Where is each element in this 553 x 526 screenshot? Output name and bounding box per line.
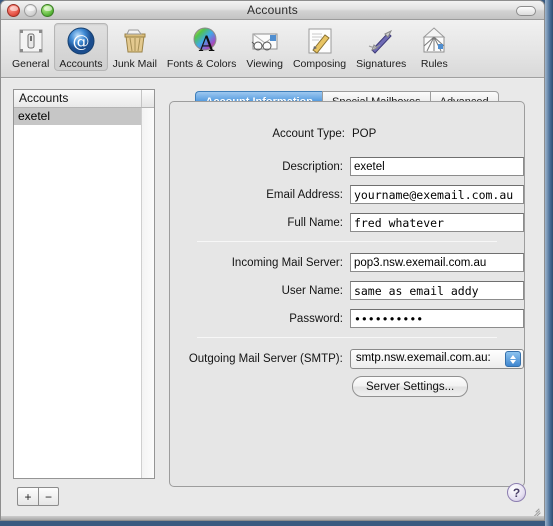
form-separator-2 <box>197 337 497 338</box>
account-type-label: Account Type: <box>272 128 345 140</box>
general-icon <box>19 29 43 53</box>
toolbar-item-fonts-colors[interactable]: A Fonts & Colors <box>162 23 241 71</box>
username-row: User Name: same as email addy <box>170 281 524 300</box>
incoming-label: Incoming Mail Server: <box>231 256 343 269</box>
incoming-row: Incoming Mail Server: pop3.nsw.exemail.c… <box>170 253 524 272</box>
rules-icon <box>422 27 446 53</box>
smtp-label: Outgoing Mail Server (SMTP): <box>188 353 343 365</box>
accounts-list[interactable]: Accounts exetel <box>13 89 155 479</box>
toolbar-item-composing[interactable]: Composing <box>288 23 351 71</box>
description-row: Description: exetel <box>170 157 524 176</box>
account-type-row: Account Type: POP <box>170 128 524 140</box>
list-item[interactable]: exetel <box>14 108 154 125</box>
svg-text:@: @ <box>72 32 89 52</box>
fonts-colors-icon: A <box>193 27 217 56</box>
chevron-updown-icon <box>505 351 521 367</box>
list-header-grip[interactable] <box>141 90 154 107</box>
accounts-at-icon: @ <box>67 27 95 55</box>
email-row: Email Address: yourname@exemail.com.au <box>170 185 524 204</box>
password-row: Password: •••••••••• <box>170 309 524 328</box>
toolbar-item-general[interactable]: General <box>7 23 54 71</box>
smtp-selected-value: smtp.nsw.exemail.com.au: <box>355 352 491 364</box>
window-titlebar: Accounts <box>1 1 544 20</box>
email-label: Email Address: <box>266 188 343 201</box>
toolbar-item-junk-mail-label: Junk Mail <box>112 58 157 70</box>
junk-mail-icon <box>124 29 146 53</box>
svg-text:A: A <box>198 32 215 56</box>
add-account-button[interactable]: + <box>17 487 38 506</box>
toolbar-item-general-label: General <box>12 58 50 70</box>
form-separator-1 <box>197 241 497 242</box>
fullname-row: Full Name: fred whatever <box>170 213 524 232</box>
smtp-row: Outgoing Mail Server (SMTP): smtp.nsw.ex… <box>170 349 524 369</box>
toolbar-item-junk-mail[interactable]: Junk Mail <box>108 23 162 71</box>
signatures-icon <box>368 29 393 54</box>
account-information-panel: Account Type: POP Description: exetel Em… <box>169 101 525 487</box>
toolbar-item-signatures-label: Signatures <box>356 58 407 70</box>
help-button[interactable]: ? <box>507 483 526 502</box>
remove-account-button[interactable]: − <box>38 487 59 506</box>
toolbar-item-fonts-colors-label: Fonts & Colors <box>166 58 237 70</box>
preferences-body: Accounts exetel + − Account Information … <box>1 79 544 520</box>
accounts-list-header: Accounts <box>14 90 154 108</box>
desktop-right-edge <box>545 0 553 526</box>
toolbar-item-rules[interactable]: Rules <box>411 23 457 71</box>
username-input[interactable]: same as email addy <box>349 281 524 300</box>
account-form: Account Type: POP Description: exetel Em… <box>170 128 524 486</box>
password-label: Password: <box>289 312 343 325</box>
window-bottom-edge <box>1 516 544 520</box>
account-type-value: POP <box>352 128 377 140</box>
description-input[interactable]: exetel <box>349 157 524 176</box>
accounts-preferences-window: Accounts General @ Accounts Junk Mail A … <box>0 0 545 521</box>
toolbar-item-viewing-label: Viewing <box>246 58 283 70</box>
window-title: Accounts <box>247 3 298 17</box>
viewing-icon <box>251 33 278 51</box>
smtp-select[interactable]: smtp.nsw.exemail.com.au: <box>349 349 524 369</box>
toolbar-item-accounts-label: Accounts <box>59 58 103 70</box>
server-settings-row: Server Settings... <box>170 376 524 397</box>
accounts-list-buttons: + − <box>17 487 59 506</box>
preferences-toolbar: General @ Accounts Junk Mail A Fonts & C… <box>1 20 544 78</box>
username-label: User Name: <box>281 284 343 297</box>
accounts-list-header-label: Accounts <box>19 91 69 105</box>
fullname-label: Full Name: <box>287 216 343 229</box>
toolbar-item-viewing[interactable]: Viewing <box>241 23 288 71</box>
toolbar-item-accounts[interactable]: @ Accounts <box>54 23 108 71</box>
toolbar-item-signatures[interactable]: Signatures <box>351 23 411 71</box>
accounts-list-scrollbar[interactable] <box>141 108 154 478</box>
email-input[interactable]: yourname@exemail.com.au <box>349 185 524 204</box>
toolbar-item-composing-label: Composing <box>292 58 347 70</box>
composing-icon <box>308 28 332 54</box>
incoming-input[interactable]: pop3.nsw.exemail.com.au <box>349 253 524 272</box>
description-label: Description: <box>282 160 343 173</box>
fullname-input[interactable]: fred whatever <box>349 213 524 232</box>
toolbar-item-rules-label: Rules <box>420 58 448 70</box>
server-settings-button[interactable]: Server Settings... <box>352 376 469 397</box>
account-name: exetel <box>18 109 51 123</box>
toolbar-toggle-button[interactable] <box>516 6 536 16</box>
password-input[interactable]: •••••••••• <box>349 309 524 328</box>
